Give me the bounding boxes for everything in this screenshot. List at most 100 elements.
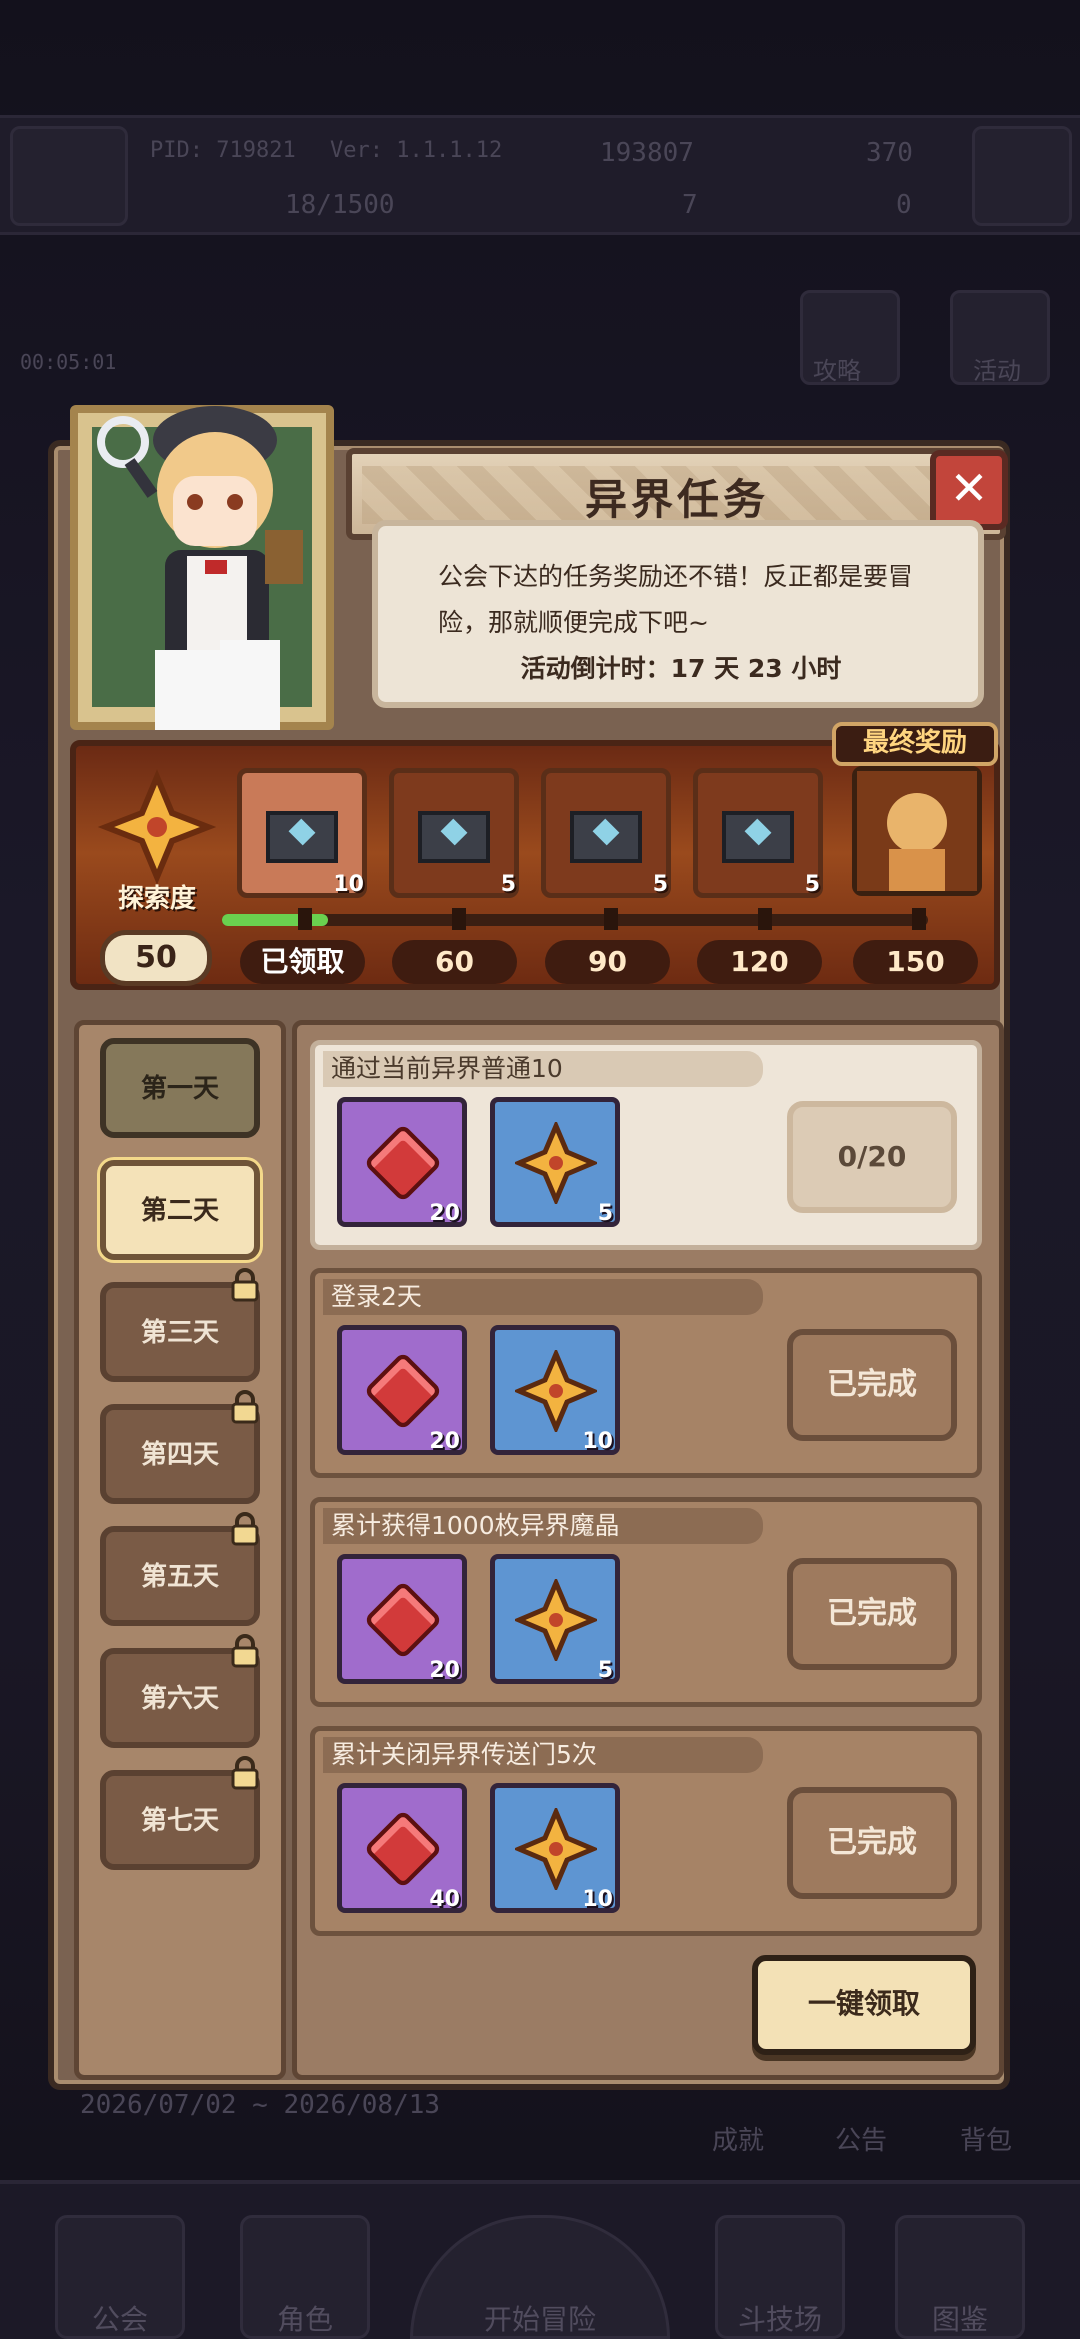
progress-tick bbox=[912, 908, 926, 930]
event-date-range: 2026/07/02 ~ 2026/08/13 bbox=[80, 2090, 441, 2120]
settings-gear-icon[interactable] bbox=[972, 126, 1072, 226]
chest-count: 10 bbox=[333, 872, 364, 897]
envelope-icon bbox=[418, 811, 490, 863]
envelope-icon bbox=[570, 811, 642, 863]
reward-clover-item[interactable]: 5 bbox=[490, 1554, 620, 1684]
lock-icon bbox=[231, 1634, 259, 1668]
chest-count: 5 bbox=[652, 872, 668, 897]
event-timer: 00:05:01 bbox=[20, 350, 117, 374]
task-card: 累计获得1000枚异界魔晶 20 5 已完成 bbox=[310, 1497, 982, 1707]
chest-count: 5 bbox=[500, 872, 516, 897]
reward-chest-3[interactable]: 5 bbox=[541, 768, 671, 898]
reward-clover-item[interactable]: 10 bbox=[490, 1325, 620, 1455]
claim-all-button[interactable]: 一键领取 bbox=[752, 1955, 976, 2055]
progress-tick bbox=[298, 908, 312, 930]
exploration-progress-fill bbox=[222, 914, 328, 926]
character-portrait bbox=[97, 406, 303, 730]
golden-clover-icon bbox=[515, 1579, 597, 1661]
reward-count: 20 bbox=[429, 1658, 460, 1683]
task-card: 累计关闭异界传送门5次 40 10 已完成 bbox=[310, 1726, 982, 1936]
activity-button[interactable]: 活动 bbox=[950, 290, 1050, 385]
red-gem-icon bbox=[363, 1809, 443, 1889]
final-reward-label: 最终奖励 bbox=[832, 722, 998, 766]
red-gem-icon bbox=[363, 1351, 443, 1431]
exploration-value: 50 bbox=[100, 930, 212, 986]
countdown-text: 活动倒计时：17 天 23 小时 bbox=[520, 654, 842, 683]
guide-button[interactable]: 攻略 bbox=[800, 290, 900, 385]
red-gem-icon bbox=[363, 1123, 443, 1203]
reward-count: 10 bbox=[582, 1887, 613, 1912]
task-complete-button[interactable]: 已完成 bbox=[787, 1787, 957, 1899]
task-progress: 0/20 bbox=[787, 1101, 957, 1213]
reward-count: 20 bbox=[429, 1201, 460, 1226]
task-name: 累计获得1000枚异界魔晶 bbox=[323, 1508, 763, 1544]
task-name: 累计关闭异界传送门5次 bbox=[323, 1737, 763, 1773]
lock-icon bbox=[231, 1390, 259, 1424]
milestone-label: 90 bbox=[545, 940, 670, 984]
reward-count: 40 bbox=[429, 1887, 460, 1912]
description-text: 公会下达的任务奖励还不错！反正都是要冒险，那就顺便完成下吧~ bbox=[438, 562, 914, 637]
reward-clover-item[interactable]: 5 bbox=[490, 1097, 620, 1227]
golden-clover-icon bbox=[515, 1122, 597, 1204]
top-status-bar: PID: 719821 Ver: 1.1.1.12 193807 370 18/… bbox=[0, 115, 1080, 235]
notice-label[interactable]: 公告 bbox=[835, 2120, 887, 2157]
pid-text: PID: 719821 bbox=[150, 138, 296, 163]
lock-icon bbox=[231, 1512, 259, 1546]
final-reward-item[interactable] bbox=[852, 766, 982, 896]
progress-tick bbox=[604, 908, 618, 930]
day-tab-1[interactable]: 第一天 bbox=[100, 1038, 260, 1138]
other-count: 0 bbox=[896, 190, 912, 220]
milestone-label: 150 bbox=[853, 940, 978, 984]
reward-chest-4[interactable]: 5 bbox=[693, 768, 823, 898]
nav-atlas[interactable]: 图鉴 bbox=[895, 2215, 1025, 2339]
lock-icon bbox=[231, 1756, 259, 1790]
task-complete-button[interactable]: 已完成 bbox=[787, 1558, 957, 1670]
exploration-label: 探索度 bbox=[117, 884, 196, 914]
day-tab-2[interactable]: 第二天 bbox=[100, 1160, 260, 1260]
reward-count: 5 bbox=[597, 1658, 613, 1683]
player-avatar[interactable] bbox=[10, 126, 128, 226]
reward-gem-item[interactable]: 20 bbox=[337, 1097, 467, 1227]
envelope-icon bbox=[266, 811, 338, 863]
close-icon: ✕ bbox=[949, 461, 989, 515]
close-button[interactable]: ✕ bbox=[930, 450, 1008, 530]
final-reward-portrait-icon bbox=[857, 771, 977, 891]
nav-guild[interactable]: 公会 bbox=[55, 2215, 185, 2339]
description-box: 公会下达的任务奖励还不错！反正都是要冒险，那就顺便完成下吧~ 活动倒计时：17 … bbox=[372, 520, 984, 708]
task-name: 通过当前异界普通10 bbox=[323, 1051, 763, 1087]
task-card: 登录2天 20 10 已完成 bbox=[310, 1268, 982, 1478]
reward-count: 5 bbox=[597, 1201, 613, 1226]
exploration-progress-bar bbox=[222, 914, 928, 926]
chest-count: 5 bbox=[804, 872, 820, 897]
task-complete-button[interactable]: 已完成 bbox=[787, 1329, 957, 1441]
clover-count: 7 bbox=[682, 190, 698, 220]
milestone-label: 120 bbox=[697, 940, 822, 984]
version-text: Ver: 1.1.1.12 bbox=[330, 138, 503, 163]
reward-gem-item[interactable]: 20 bbox=[337, 1554, 467, 1684]
task-name: 登录2天 bbox=[323, 1279, 763, 1315]
milestone-label: 60 bbox=[392, 940, 517, 984]
achievement-label[interactable]: 成就 bbox=[712, 2120, 764, 2157]
milestone-label: 已领取 bbox=[240, 940, 365, 984]
reward-gem-item[interactable]: 20 bbox=[337, 1325, 467, 1455]
envelope-icon bbox=[722, 811, 794, 863]
progress-tick bbox=[758, 908, 772, 930]
golden-clover-icon bbox=[515, 1350, 597, 1432]
reward-chest-2[interactable]: 5 bbox=[389, 768, 519, 898]
nav-arena[interactable]: 斗技场 bbox=[715, 2215, 845, 2339]
panel-title: 异界任务 bbox=[584, 475, 769, 524]
gold-count: 193807 bbox=[600, 138, 694, 168]
reward-count: 10 bbox=[582, 1429, 613, 1454]
golden-clover-icon bbox=[515, 1808, 597, 1890]
lock-icon bbox=[231, 1268, 259, 1302]
progress-tick bbox=[452, 908, 466, 930]
reward-clover-item[interactable]: 10 bbox=[490, 1783, 620, 1913]
reward-count: 20 bbox=[429, 1429, 460, 1454]
bag-label[interactable]: 背包 bbox=[960, 2120, 1012, 2157]
nav-role[interactable]: 角色 bbox=[240, 2215, 370, 2339]
task-card: 通过当前异界普通10 20 5 0/20 bbox=[310, 1040, 982, 1250]
exp-count: 18/1500 bbox=[285, 190, 395, 220]
reward-gem-item[interactable]: 40 bbox=[337, 1783, 467, 1913]
gem-count: 370 bbox=[866, 138, 913, 168]
reward-chest-1[interactable]: 10 bbox=[237, 768, 367, 898]
